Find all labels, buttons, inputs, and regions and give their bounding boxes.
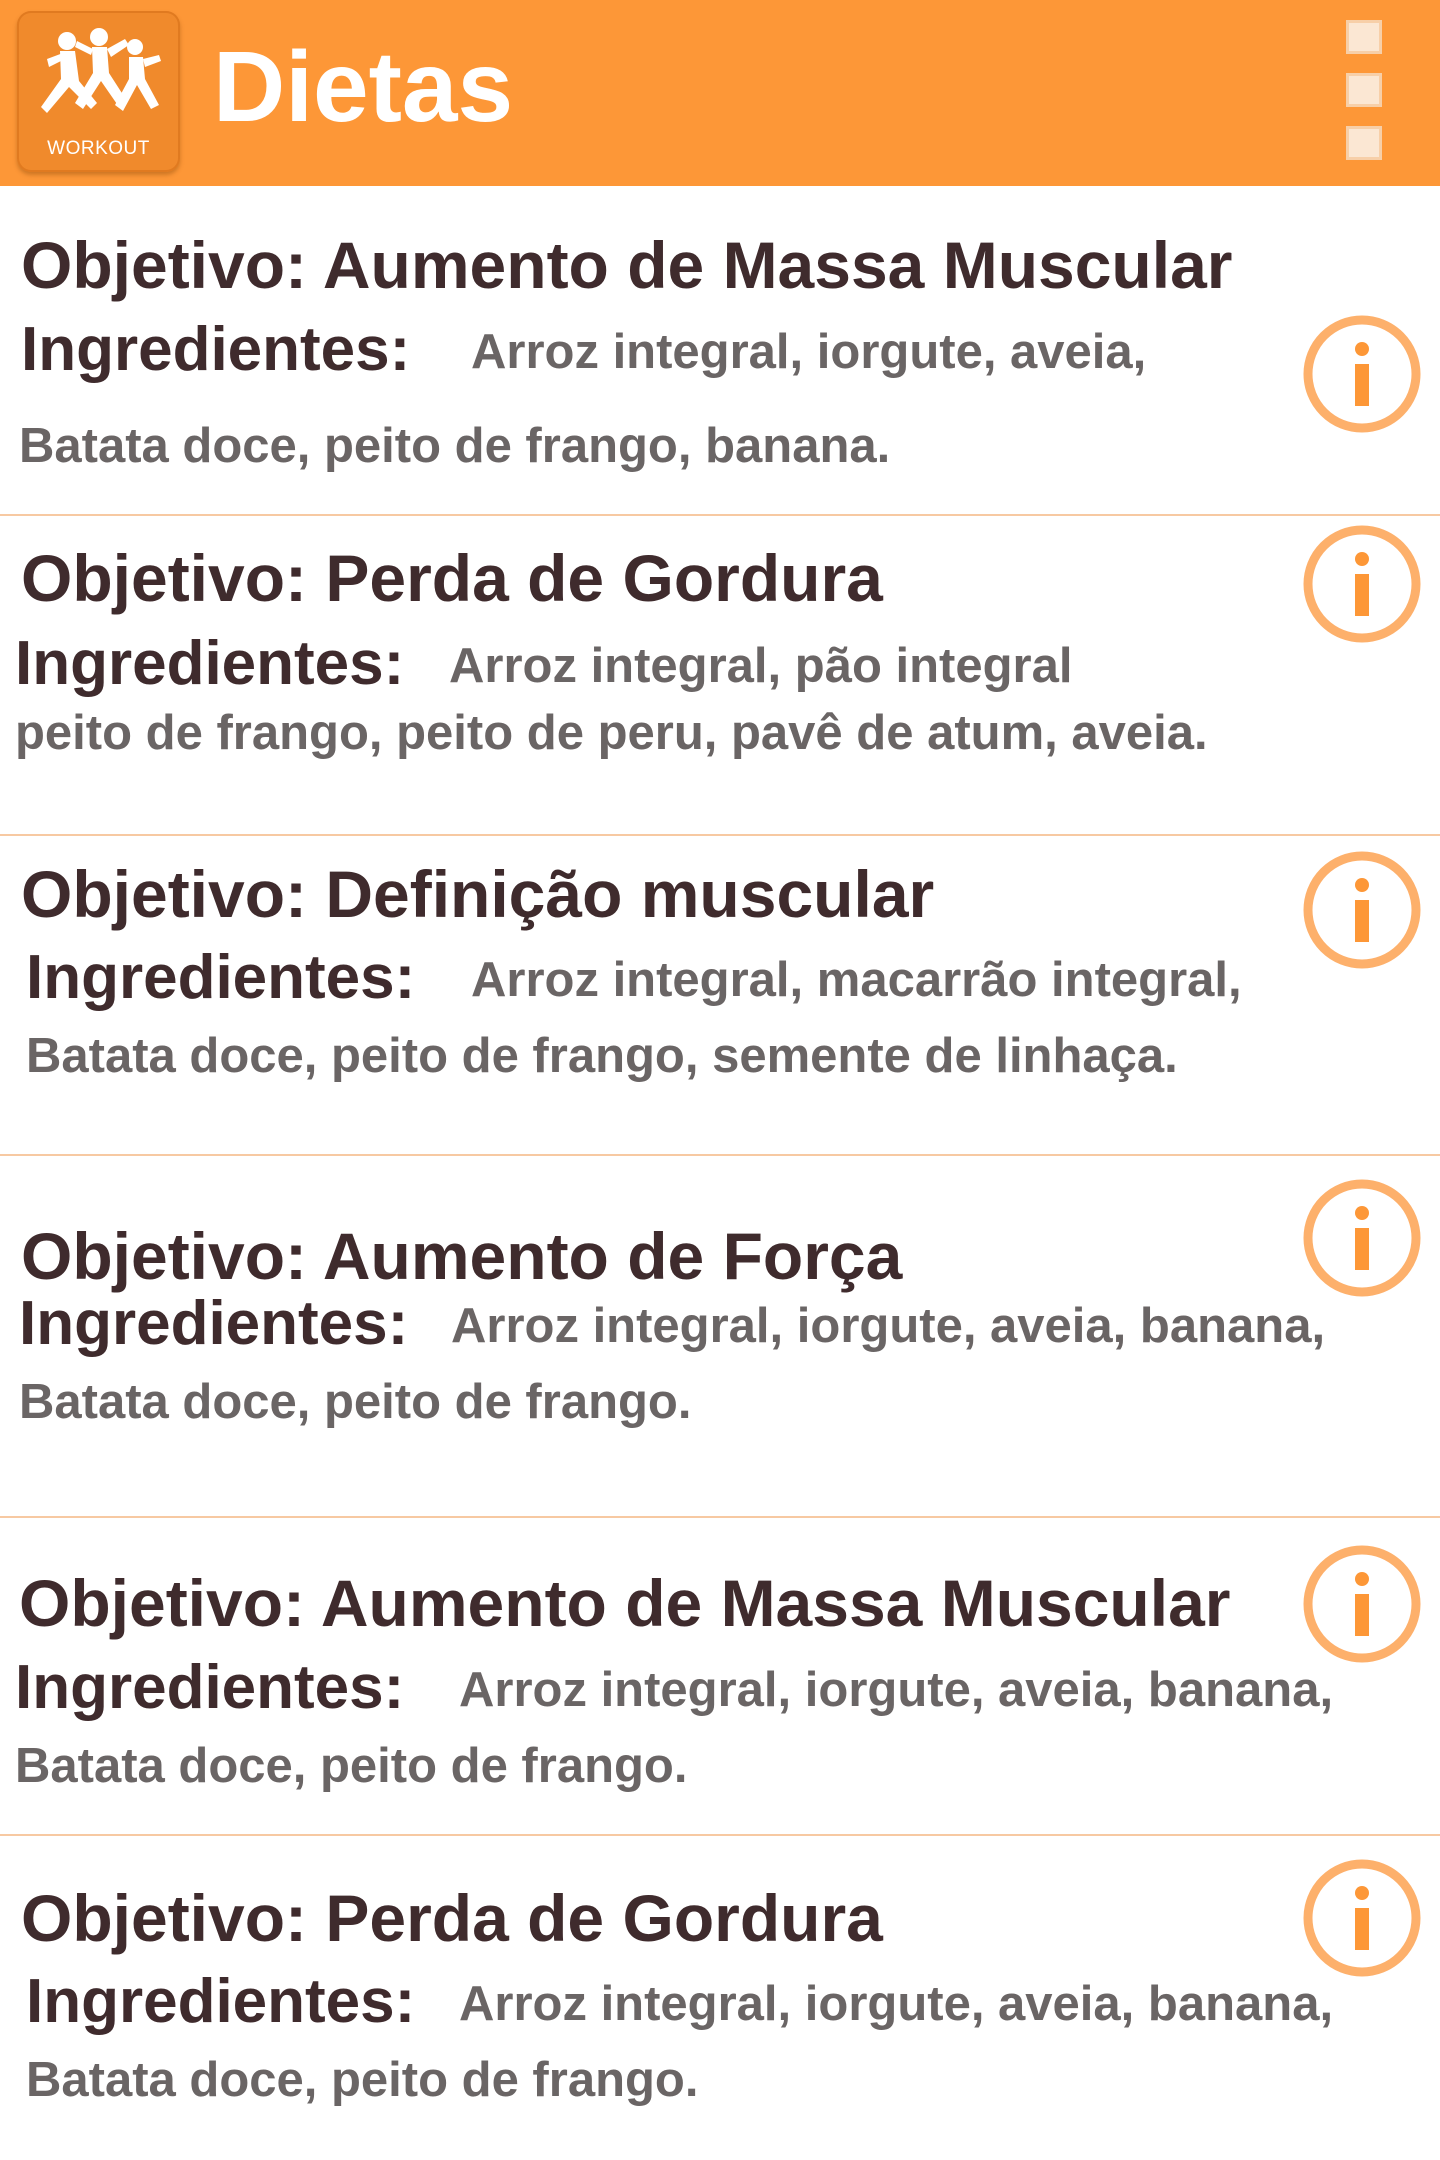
logo-caption: WORKOUT bbox=[47, 138, 150, 159]
diet-list-item[interactable]: Objetivo: Aumento de Força Ingredientes:… bbox=[0, 1156, 1440, 1518]
info-icon[interactable] bbox=[1302, 314, 1422, 434]
menu-dot-icon bbox=[1346, 20, 1382, 54]
ingredients-label: Ingredientes: bbox=[15, 1653, 405, 1722]
menu-dot-icon bbox=[1346, 126, 1382, 160]
ingredients-label: Ingredientes: bbox=[21, 315, 411, 384]
diet-objective: Objetivo: Perda de Gordura bbox=[21, 1881, 883, 1955]
ingredients-text: Arroz integral, pão integral bbox=[449, 639, 1073, 693]
ingredients-text: Batata doce, peito de frango. bbox=[15, 1739, 688, 1793]
ingredients-text: Batata doce, peito de frango. bbox=[19, 1375, 692, 1429]
diet-list-item[interactable]: Objetivo: Perda de Gordura Ingredientes:… bbox=[0, 1836, 1440, 2160]
ingredients-text: Arroz integral, iorgute, aveia, banana, bbox=[451, 1299, 1326, 1353]
ingredients-text: Batata doce, peito de frango. bbox=[26, 2053, 699, 2107]
diet-objective: Objetivo: Aumento de Massa Muscular bbox=[19, 1566, 1231, 1640]
ingredients-text: Arroz integral, iorgute, aveia, bbox=[471, 325, 1147, 379]
app-bar: WORKOUT Dietas bbox=[0, 0, 1440, 186]
info-icon[interactable] bbox=[1302, 524, 1422, 644]
ingredients-text: Arroz integral, iorgute, aveia, banana, bbox=[459, 1977, 1334, 2031]
workout-logo[interactable]: WORKOUT bbox=[17, 11, 180, 172]
overflow-menu-button[interactable] bbox=[1340, 18, 1388, 166]
diet-objective: Objetivo: Perda de Gordura bbox=[21, 541, 883, 615]
info-icon[interactable] bbox=[1302, 1544, 1422, 1664]
ingredients-label: Ingredientes: bbox=[19, 1289, 409, 1358]
menu-dot-icon bbox=[1346, 73, 1382, 107]
info-icon[interactable] bbox=[1302, 850, 1422, 970]
ingredients-label: Ingredientes: bbox=[15, 629, 405, 698]
diet-objective: Objetivo: Definição muscular bbox=[21, 857, 935, 931]
ingredients-text: Arroz integral, macarrão integral, bbox=[471, 953, 1242, 1007]
page-title: Dietas bbox=[213, 31, 514, 143]
info-icon[interactable] bbox=[1302, 1858, 1422, 1978]
ingredients-label: Ingredientes: bbox=[26, 943, 416, 1012]
diet-list-item[interactable]: Objetivo: Aumento de Massa Muscular Ingr… bbox=[0, 1518, 1440, 1836]
ingredients-text: Arroz integral, iorgute, aveia, banana, bbox=[459, 1663, 1334, 1717]
ingredients-text: Batata doce, peito de frango, semente de… bbox=[26, 1029, 1178, 1083]
diet-objective: Objetivo: Aumento de Força bbox=[21, 1219, 903, 1293]
diet-list-item[interactable]: Objetivo: Perda de Gordura Ingredientes:… bbox=[0, 516, 1440, 836]
diet-list-item[interactable]: Objetivo: Definição muscular Ingrediente… bbox=[0, 836, 1440, 1156]
diet-objective: Objetivo: Aumento de Massa Muscular bbox=[21, 228, 1233, 302]
info-icon[interactable] bbox=[1302, 1178, 1422, 1298]
diet-list-item[interactable]: Objetivo: Aumento de Massa Muscular Ingr… bbox=[0, 186, 1440, 516]
ingredients-text: peito de frango, peito de peru, pavê de … bbox=[15, 706, 1208, 760]
ingredients-label: Ingredientes: bbox=[26, 1967, 416, 2036]
ingredients-text: Batata doce, peito de frango, banana. bbox=[19, 419, 891, 473]
